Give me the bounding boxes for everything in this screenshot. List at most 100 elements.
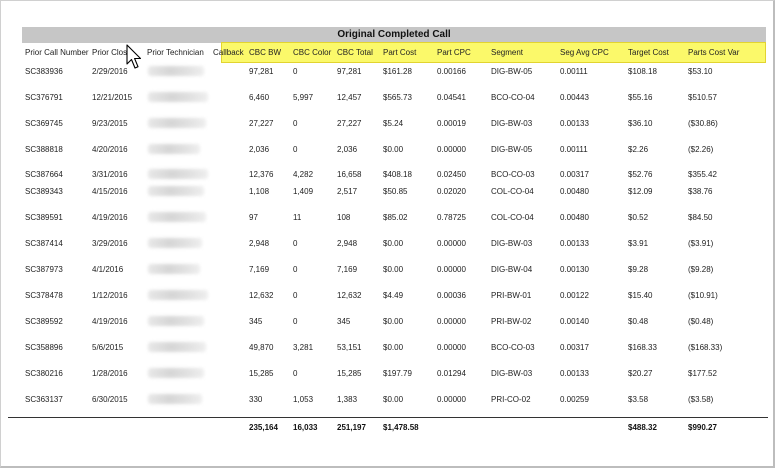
cell-call: SC389343: [25, 187, 63, 196]
cell-close: 4/19/2016: [92, 317, 128, 326]
cell-segment: BCO-CO-03: [491, 170, 535, 179]
cell-color: 0: [293, 369, 298, 378]
cell-var: $177.52: [688, 369, 717, 378]
cell-call: SC378478: [25, 291, 63, 300]
cell-seg-avg: 0.00111: [560, 67, 588, 76]
report-section-title: Original Completed Call: [22, 27, 766, 43]
cell-call: SC380216: [25, 369, 63, 378]
col-header-segment: Segment: [491, 48, 524, 57]
cell-target: $36.10: [628, 119, 653, 128]
cell-bw: 6,460: [249, 93, 270, 102]
cell-bw: 15,285: [249, 369, 274, 378]
cell-part-cpc: 0.78725: [437, 213, 466, 222]
cell-var: ($9.28): [688, 265, 714, 274]
cell-close: 4/20/2016: [92, 145, 128, 154]
col-header-parts-cost-var: Parts Cost Var: [688, 48, 740, 57]
col-header-seg-avg-cpc: Seg Avg CPC: [560, 48, 609, 57]
cell-part-cpc: 0.00000: [437, 145, 466, 154]
cell-part-cost: $0.00: [383, 239, 404, 248]
cell-segment: BCO-CO-04: [491, 93, 535, 102]
redacted-technician-name: [148, 342, 206, 352]
cell-part-cpc: 0.02450: [437, 170, 466, 179]
cell-bw: 2,948: [249, 239, 270, 248]
cell-total: 2,948: [337, 239, 358, 248]
cell-close: 9/23/2015: [92, 119, 128, 128]
cell-part-cpc: 0.04541: [437, 93, 466, 102]
cell-seg-avg: 0.00317: [560, 170, 589, 179]
cell-total: 108: [337, 213, 351, 222]
cell-seg-avg: 0.00259: [560, 395, 589, 404]
cell-segment: DIG-BW-04: [491, 265, 533, 274]
cell-bw: 1,108: [249, 187, 270, 196]
redacted-technician-name: [148, 118, 206, 128]
cell-target: $20.27: [628, 369, 653, 378]
cell-part-cpc: 0.00166: [437, 67, 466, 76]
cell-part-cost: $4.49: [383, 291, 404, 300]
cell-var: ($0.48): [688, 317, 714, 326]
col-header-prior-technician: Prior Technician: [147, 48, 204, 57]
cell-var: ($168.33): [688, 343, 723, 352]
col-header-prior-close: Prior Clos: [92, 48, 128, 57]
cell-close: 1/12/2016: [92, 291, 128, 300]
cell-bw: 2,036: [249, 145, 270, 154]
cell-total: 27,227: [337, 119, 362, 128]
cell-bw: 97: [249, 213, 258, 222]
cell-color: 0: [293, 265, 298, 274]
cell-call: SC363137: [25, 395, 63, 404]
cell-part-cpc: 0.00036: [437, 291, 466, 300]
col-header-cbc-color: CBC Color: [293, 48, 332, 57]
cell-part-cost: $5.24: [383, 119, 404, 128]
cell-segment: DIG-BW-03: [491, 239, 533, 248]
cell-segment: COL-CO-04: [491, 213, 534, 222]
cell-target: $2.26: [628, 145, 649, 154]
cell-part-cost: $197.79: [383, 369, 412, 378]
cell-color: 0: [293, 291, 298, 300]
cell-color: 5,997: [293, 93, 314, 102]
redacted-technician-name: [148, 238, 202, 248]
cell-call: SC369745: [25, 119, 63, 128]
cell-target: $15.40: [628, 291, 653, 300]
cell-var: $53.10: [688, 67, 713, 76]
cell-part-cost: $0.00: [383, 317, 404, 326]
cell-close: 2/29/2016: [92, 67, 128, 76]
total-cbc-total: 251,197: [337, 423, 366, 432]
col-header-part-cost: Part Cost: [383, 48, 417, 57]
cell-total: 97,281: [337, 67, 362, 76]
redacted-technician-name: [148, 368, 204, 378]
cell-seg-avg: 0.00133: [560, 239, 589, 248]
cell-part-cpc: 0.00000: [437, 395, 466, 404]
cell-call: SC383936: [25, 67, 63, 76]
cell-var: ($2.26): [688, 145, 714, 154]
cell-total: 2,036: [337, 145, 358, 154]
cell-segment: DIG-BW-03: [491, 369, 533, 378]
cell-target: $0.48: [628, 317, 649, 326]
cell-close: 3/31/2016: [92, 170, 128, 179]
cell-segment: PRI-CO-02: [491, 395, 531, 404]
cell-color: 4,282: [293, 170, 314, 179]
cell-call: SC376791: [25, 93, 63, 102]
cell-var: $355.42: [688, 170, 717, 179]
cell-seg-avg: 0.00122: [560, 291, 589, 300]
col-header-callback: Callback: [213, 48, 244, 57]
cell-close: 1/28/2016: [92, 369, 128, 378]
cell-bw: 12,632: [249, 291, 274, 300]
redacted-technician-name: [148, 92, 208, 102]
cell-segment: DIG-BW-05: [491, 67, 533, 76]
cell-part-cpc: 0.00000: [437, 239, 466, 248]
cell-close: 6/30/2015: [92, 395, 128, 404]
cell-total: 15,285: [337, 369, 362, 378]
total-parts-cost-var: $990.27: [688, 423, 717, 432]
cell-color: 11: [293, 213, 302, 222]
cell-var: ($3.58): [688, 395, 714, 404]
cell-call: SC388818: [25, 145, 63, 154]
cell-part-cpc: 0.00000: [437, 317, 466, 326]
cell-part-cost: $0.00: [383, 265, 404, 274]
cell-bw: 330: [249, 395, 263, 404]
cell-bw: 49,870: [249, 343, 274, 352]
cell-target: $55.16: [628, 93, 653, 102]
cell-total: 16,658: [337, 170, 362, 179]
cell-bw: 345: [249, 317, 263, 326]
cell-part-cost: $0.00: [383, 395, 404, 404]
cell-color: 0: [293, 145, 298, 154]
cell-seg-avg: 0.00140: [560, 317, 589, 326]
